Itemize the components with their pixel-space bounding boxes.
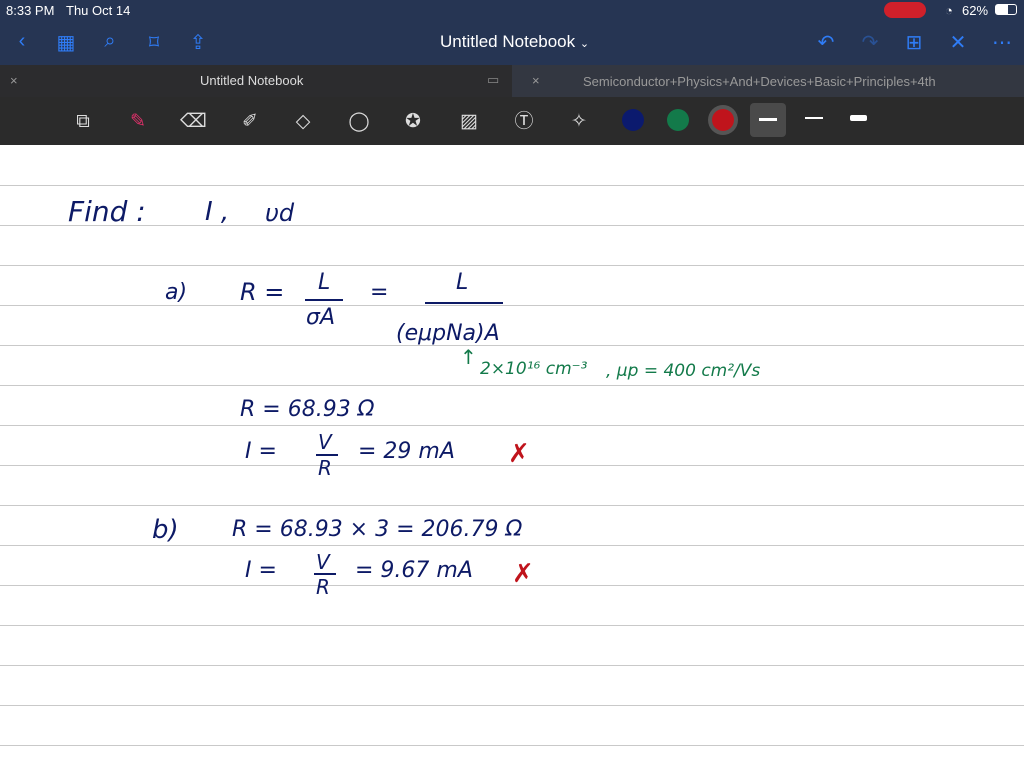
eraser-icon[interactable]: ⌫	[180, 109, 207, 135]
notebook-page[interactable]: Find : I , υd a) R = L σA = L (eμpNa)A ↑…	[0, 145, 1024, 768]
red-mark-icon: ✗	[512, 559, 534, 589]
date: Thu Oct 14	[66, 3, 131, 18]
status-bar: 8:33 PM Thu Oct 14 ◔ 62%	[0, 0, 1024, 20]
tab-semiconductor[interactable]: × Semiconductor+Physics+And+Devices+Basi…	[512, 65, 1024, 97]
share-icon[interactable]: ⇪	[186, 30, 210, 55]
ruled-line	[0, 185, 1024, 186]
stroke-width-thick[interactable]	[850, 115, 867, 121]
note-a-I-val: = 29 mA	[358, 439, 455, 464]
undo-icon[interactable]: ↶	[814, 30, 838, 55]
search-icon[interactable]: ⌕	[98, 30, 122, 53]
note-b-R: R = 68.93 × 3 = 206.79 Ω	[232, 517, 523, 542]
navigation-bar: ‹ ▦ ⌕ ⌑ ⇪ Untitled Notebook ⌄ ↶ ↷ ⊞ ✕ ⋯	[0, 20, 1024, 65]
more-icon[interactable]: ⋯	[990, 30, 1014, 55]
ruled-line	[0, 505, 1024, 506]
stroke-width-medium[interactable]	[805, 117, 823, 119]
ruled-line	[0, 665, 1024, 666]
lasso-icon[interactable]: ◯	[346, 109, 372, 135]
page-view-icon[interactable]: ⧉	[70, 109, 96, 135]
note-b-I-val: = 9.67 mA	[355, 558, 473, 583]
note-green-mu: , μp = 400 cm²/Vs	[606, 361, 761, 381]
note-b-I: I =	[245, 558, 277, 583]
tab-untitled-notebook[interactable]: Untitled Notebook	[200, 73, 303, 88]
battery-icon	[995, 4, 1017, 15]
shapes-icon[interactable]: ◇	[290, 109, 316, 135]
ruled-line	[0, 225, 1024, 226]
note-find: Find :	[68, 195, 146, 228]
note-a-eq: =	[370, 280, 389, 305]
fraction-bar	[305, 299, 343, 301]
add-page-icon[interactable]: ⊞	[902, 30, 926, 55]
redo-icon[interactable]: ↷	[858, 30, 882, 55]
notebook-title[interactable]: Untitled Notebook ⌄	[440, 32, 589, 52]
note-a-R: R =	[240, 278, 285, 306]
title-text: Untitled Notebook	[440, 32, 576, 51]
note-find-vars: I ,	[205, 197, 230, 227]
arrow-icon: ↑	[460, 345, 477, 369]
note-a-label: a)	[165, 280, 188, 305]
ruled-line	[0, 425, 1024, 426]
note-b-V: V	[316, 550, 330, 574]
note-a-num1: L	[318, 270, 331, 295]
note-a-Rd: R	[318, 456, 332, 480]
ruled-line	[0, 745, 1024, 746]
time: 8:33 PM	[6, 3, 55, 18]
note-a-den1: σA	[306, 305, 335, 330]
note-a-V: V	[318, 430, 332, 454]
bookmark-icon[interactable]: ⌑	[142, 30, 166, 55]
note-green-na: 2×10¹⁶ cm⁻³	[480, 359, 588, 379]
note-b-label: b)	[152, 515, 179, 545]
color-red[interactable]	[712, 109, 734, 131]
note-b-Rd: R	[316, 575, 330, 599]
screen-record-indicator[interactable]	[884, 2, 926, 18]
tab-bar: × Untitled Notebook ▭ × Semiconductor+Ph…	[0, 65, 1024, 97]
tab-label: Semiconductor+Physics+And+Devices+Basic+…	[583, 74, 936, 89]
text-icon[interactable]: Ⓣ	[511, 109, 537, 135]
close-tab-icon[interactable]: ×	[532, 73, 540, 88]
back-icon[interactable]: ‹	[10, 30, 34, 53]
red-mark-icon: ✗	[508, 439, 530, 469]
note-a-den2: (eμpNa)A	[396, 321, 500, 346]
laser-pointer-icon[interactable]: ✧	[566, 109, 592, 135]
pen-toolbar: ⧉ ✎ ⌫ ✐ ◇ ◯ ✪ ▨ Ⓣ ✧	[0, 97, 1024, 145]
ruled-line	[0, 345, 1024, 346]
split-view-icon[interactable]: ▭	[487, 72, 499, 88]
wifi-icon: ◔	[945, 3, 953, 18]
color-green[interactable]	[667, 109, 689, 131]
close-pen-icon[interactable]: ✕	[946, 30, 970, 55]
image-icon[interactable]: ▨	[456, 109, 482, 135]
ruled-line	[0, 305, 1024, 306]
ruled-line	[0, 625, 1024, 626]
note-a-R-val: R = 68.93 Ω	[240, 397, 375, 422]
close-tab-icon[interactable]: ×	[10, 73, 18, 88]
note-a-num2: L	[456, 270, 469, 295]
ruled-line	[0, 265, 1024, 266]
sticker-icon[interactable]: ✪	[400, 109, 426, 135]
note-a-I: I =	[245, 439, 277, 464]
battery-level: 62%	[962, 3, 989, 18]
chevron-down-icon: ⌄	[579, 38, 590, 50]
ruled-line	[0, 385, 1024, 386]
pen-icon[interactable]: ✎	[125, 109, 151, 135]
note-vd: υd	[265, 199, 295, 227]
grid-icon[interactable]: ▦	[54, 30, 78, 55]
stroke-width-thin[interactable]	[750, 103, 786, 137]
fraction-bar	[425, 302, 503, 304]
highlighter-icon[interactable]: ✐	[237, 109, 263, 135]
color-navy[interactable]	[622, 109, 644, 131]
ruled-line	[0, 705, 1024, 706]
ruled-line	[0, 545, 1024, 546]
